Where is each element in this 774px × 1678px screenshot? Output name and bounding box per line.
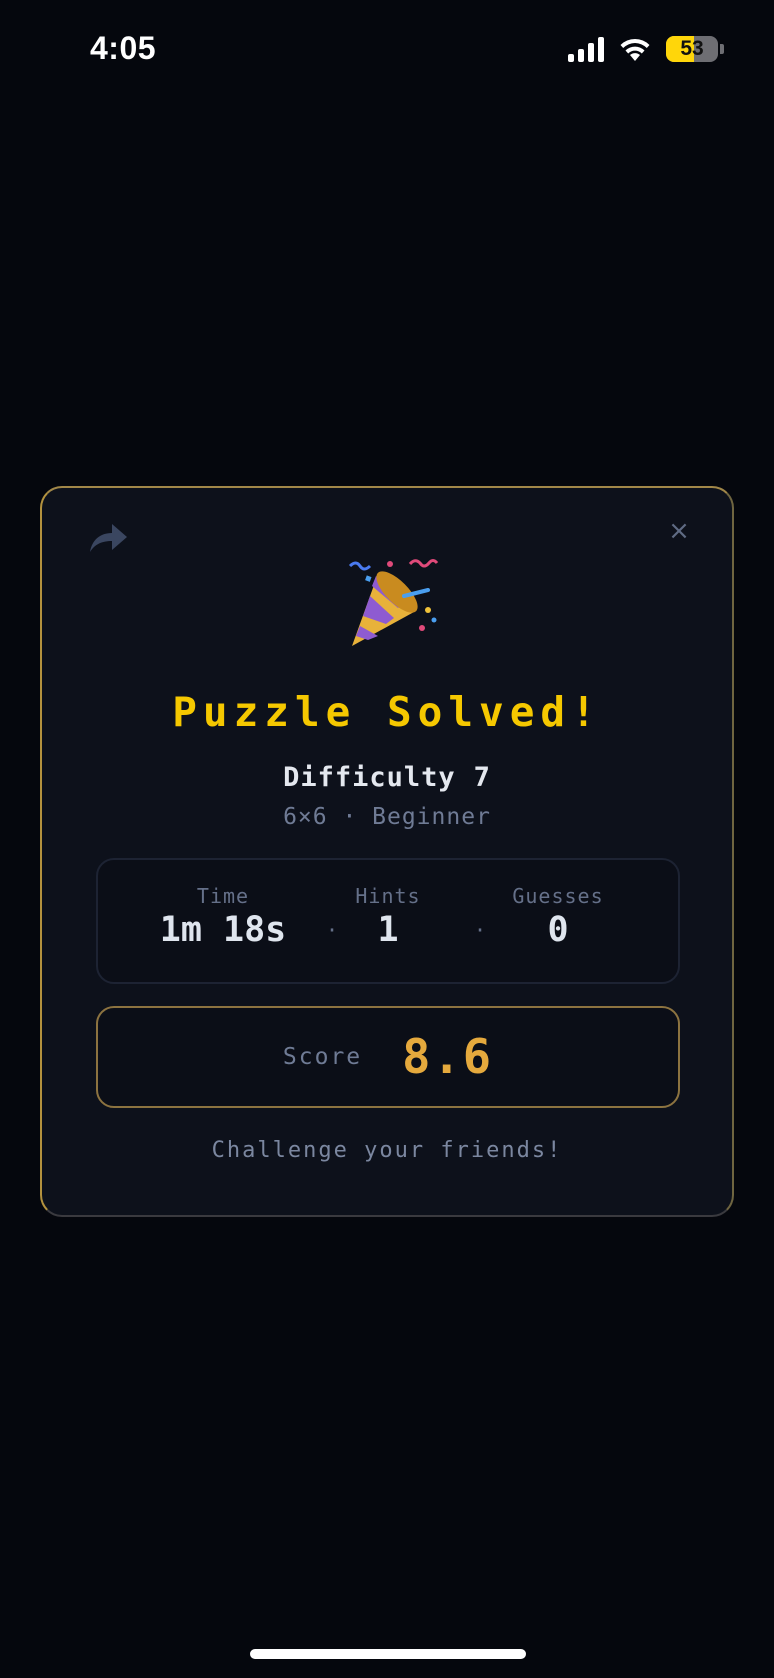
battery-icon: 53: [666, 36, 718, 62]
stat-time: Time 1m 18s: [148, 884, 298, 950]
stat-time-value: 1m 18s: [159, 910, 287, 950]
stat-hints: Hints 1: [338, 884, 438, 950]
status-icons: 53: [568, 36, 724, 62]
home-indicator[interactable]: [250, 1649, 526, 1659]
score-panel: Score 8.6: [96, 1006, 680, 1108]
challenge-friends-link[interactable]: Challenge your friends!: [42, 1138, 732, 1163]
party-popper-icon: [342, 554, 442, 654]
battery-cap: [720, 44, 724, 54]
stat-separator: ·: [326, 918, 339, 942]
score-value: 8.6: [402, 1029, 494, 1085]
puzzle-solved-dialog: × Puzzle Solved! Difficulty 7 6×6 · Begi…: [40, 486, 734, 1217]
difficulty-label: Difficulty: [283, 762, 456, 793]
cellular-signal-icon: [568, 36, 604, 62]
score-label: Score: [282, 1044, 363, 1070]
battery-percent: 53: [680, 37, 704, 60]
stat-guesses-label: Guesses: [512, 884, 604, 908]
stat-guesses-value: 0: [547, 910, 569, 950]
difficulty-line: Difficulty 7: [42, 762, 732, 793]
puzzle-size-level: 6×6 · Beginner: [283, 804, 491, 830]
stat-separator: ·: [474, 918, 487, 942]
stats-panel: Time 1m 18s · Hints 1 · Guesses 0: [96, 858, 680, 984]
stat-hints-label: Hints: [355, 884, 421, 908]
wifi-icon: [618, 36, 652, 62]
status-time: 4:05: [90, 30, 157, 66]
screen: 4:05 53 × Puzzle Solved! Difficulty 7 6×…: [0, 0, 774, 1678]
close-icon: ×: [668, 516, 690, 546]
stat-time-label: Time: [196, 884, 250, 908]
stat-guesses: Guesses 0: [488, 884, 628, 950]
close-button[interactable]: ×: [664, 516, 694, 546]
share-arrow-icon: [90, 524, 127, 552]
stat-hints-value: 1: [377, 910, 399, 950]
difficulty-value: 7: [473, 762, 491, 793]
share-button[interactable]: [86, 518, 130, 558]
dialog-title: Puzzle Solved!: [172, 688, 602, 736]
